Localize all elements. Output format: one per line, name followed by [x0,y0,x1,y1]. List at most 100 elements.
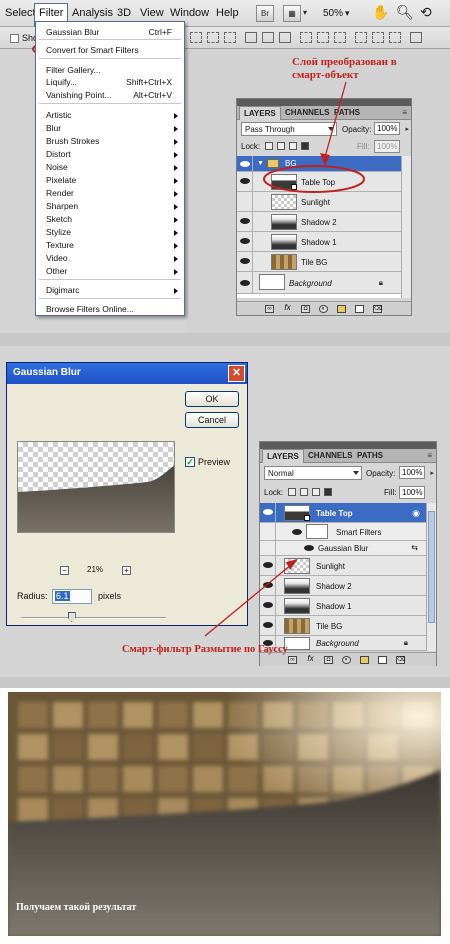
align-center-icon[interactable] [262,32,274,43]
chevron-right-icon[interactable]: ▸ [430,469,434,477]
tab-paths[interactable]: PATHS [353,449,387,463]
layer-background[interactable]: Background 🔒︎ [237,272,401,294]
visibility-toggle[interactable] [260,556,276,576]
fill-input[interactable]: 100% [399,486,425,499]
layers-scrollbar[interactable] [426,503,436,651]
menu-item-vanishing-point[interactable]: Vanishing Point... [46,90,112,100]
blend-mode-select[interactable]: Normal [264,466,362,480]
menu-item-noise[interactable]: Noise [46,162,68,172]
zoom-dropdown-icon[interactable]: ▾ [345,8,350,19]
visibility-toggle[interactable] [260,576,276,596]
tab-layers[interactable]: LAYERS [239,106,281,120]
menu-item-filter-gallery[interactable]: Filter Gallery... [46,65,101,75]
hand-tool-icon[interactable]: ✋ [372,4,389,21]
lock-pixels-icon[interactable] [277,142,285,150]
smart-filter-gaussian-blur[interactable]: Gaussian Blur ⇆ [260,541,426,556]
visibility-toggle[interactable] [237,252,253,272]
layer-style-icon[interactable]: fx [306,655,315,664]
lock-position-icon[interactable] [312,488,320,496]
distribute-middle-icon[interactable] [317,32,329,43]
visibility-toggle[interactable] [237,192,253,212]
show-transform-checkbox[interactable] [10,34,19,43]
menu-item-brush-strokes[interactable]: Brush Strokes [46,136,99,146]
align-right-icon[interactable] [279,32,291,43]
auto-align-icon[interactable] [410,32,422,43]
visibility-toggle[interactable] [260,541,276,556]
menu-3d[interactable]: 3D [117,7,131,19]
menu-item-pixelate[interactable]: Pixelate [46,175,76,185]
visibility-toggle[interactable] [237,232,253,252]
menu-view[interactable]: View [140,7,164,19]
align-bottom-icon[interactable] [224,32,236,43]
distribute-center-icon[interactable] [372,32,384,43]
distribute-bottom-icon[interactable] [334,32,346,43]
new-group-icon[interactable] [360,656,369,664]
menu-item-texture[interactable]: Texture [46,240,74,250]
lock-all-icon[interactable] [324,488,332,496]
menu-item-other[interactable]: Other [46,266,67,276]
visibility-toggle[interactable] [237,272,253,294]
lock-pixels-icon[interactable] [300,488,308,496]
panel-menu-icon[interactable]: ≡ [427,451,432,460]
menu-item-blur[interactable]: Blur [46,123,61,133]
opacity-input[interactable]: 100% [374,122,400,135]
visibility-toggle[interactable] [260,523,276,541]
panel-menu-icon[interactable]: ≡ [402,108,407,117]
adjustment-layer-icon[interactable]: ◐ [342,656,351,664]
lock-transparent-icon[interactable] [288,488,296,496]
rotate-view-icon[interactable]: ⟲ [420,4,432,21]
link-layers-icon[interactable]: ∞ [265,305,274,313]
layer-sunlight[interactable]: Sunlight [237,192,401,212]
visibility-toggle[interactable] [260,616,276,636]
blending-options-icon[interactable]: ⇆ [411,543,418,552]
menu-item-convert-smart-filters[interactable]: Convert for Smart Filters [46,45,139,55]
visibility-toggle[interactable] [260,596,276,616]
menu-item-digimarc[interactable]: Digimarc [46,285,80,295]
menu-item-liquify[interactable]: Liquify... [46,77,77,87]
align-top-icon[interactable] [190,32,202,43]
visibility-toggle[interactable] [237,212,253,232]
blend-mode-select[interactable]: Pass Through [241,122,337,136]
preview-checkbox[interactable]: ✓ [185,457,195,467]
zoom-in-button[interactable]: + [122,566,131,575]
tab-channels[interactable]: CHANNELS [281,106,333,120]
menu-item-sharpen[interactable]: Sharpen [46,201,78,211]
distribute-left-icon[interactable] [355,32,367,43]
add-mask-icon[interactable]: ◘ [301,305,310,313]
delete-layer-icon[interactable]: ⌫ [373,305,382,313]
layer-shadow-2[interactable]: Shadow 2 [260,576,426,596]
visibility-toggle[interactable] [237,156,253,172]
distribute-right-icon[interactable] [389,32,401,43]
close-icon[interactable]: ✕ [228,365,245,382]
link-layers-icon[interactable]: ∞ [288,656,297,664]
radius-input[interactable]: 6.1 [52,589,92,604]
eye-icon[interactable] [304,545,314,551]
menu-window[interactable]: Window [170,7,209,19]
layers-scrollbar[interactable] [401,156,411,298]
layer-sunlight[interactable]: Sunlight [260,556,426,576]
lock-all-icon[interactable] [301,142,309,150]
bridge-button[interactable]: Br [256,5,274,22]
new-layer-icon[interactable] [355,305,364,313]
lock-position-icon[interactable] [289,142,297,150]
slider-thumb[interactable] [67,612,76,622]
zoom-tool-icon[interactable]: 🔍︎ [396,4,414,21]
layer-style-icon[interactable]: fx [283,304,292,313]
menu-item-distort[interactable]: Distort [46,149,71,159]
lock-transparent-icon[interactable] [265,142,273,150]
disclosure-triangle-icon[interactable]: ▼ [257,160,264,167]
menu-item-sketch[interactable]: Sketch [46,214,72,224]
layer-shadow-1[interactable]: Shadow 1 [260,596,426,616]
eye-icon[interactable] [292,529,302,535]
delete-layer-icon[interactable]: ⌫ [396,656,405,664]
menu-analysis[interactable]: Analysis [72,7,113,19]
smart-filters-row[interactable]: Smart Filters [260,523,426,541]
zoom-level[interactable]: 50% [323,8,343,19]
view-extras-button[interactable]: ▦ [283,5,301,22]
menu-item-stylize[interactable]: Stylize [46,227,71,237]
dropdown-icon[interactable]: ▾ [300,5,310,22]
tab-paths[interactable]: PATHS [330,106,364,120]
layer-tile-bg[interactable]: Tile BG [237,252,401,272]
add-mask-icon[interactable]: ◘ [324,656,333,664]
scrollbar-thumb[interactable] [428,511,435,623]
